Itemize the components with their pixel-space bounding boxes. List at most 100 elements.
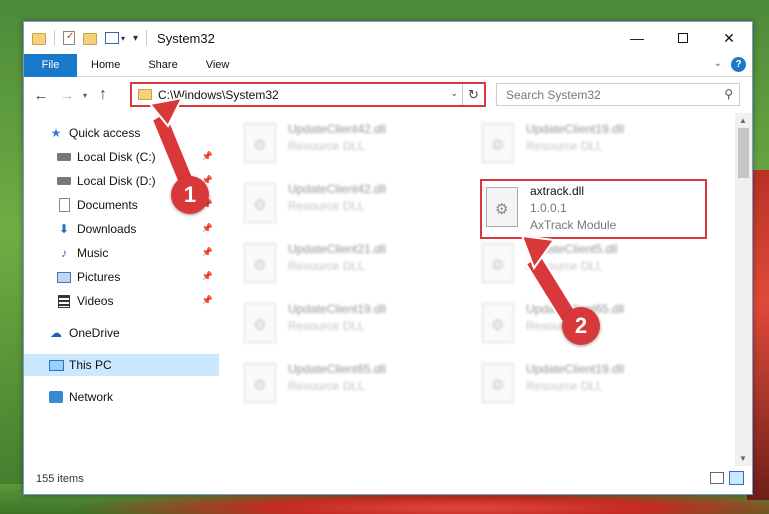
- help-icon[interactable]: ?: [731, 57, 746, 72]
- new-folder-icon[interactable]: [83, 33, 97, 45]
- sidebar-item-local-disk-c[interactable]: Local Disk (C:) 📌: [24, 146, 219, 168]
- vertical-scrollbar[interactable]: ▲ ▼: [735, 113, 752, 466]
- sidebar-item-this-pc[interactable]: This PC: [24, 354, 219, 376]
- drive-icon: [56, 173, 72, 189]
- details-view-icon[interactable]: [710, 472, 724, 484]
- back-button[interactable]: ←: [30, 84, 52, 106]
- pin-icon[interactable]: 📌: [202, 151, 213, 162]
- file-item[interactable]: UpdateClient42.dll Resource DLL: [244, 179, 474, 233]
- address-bar[interactable]: C:\Windows\System32 ⌄ ↻: [130, 82, 486, 107]
- address-path[interactable]: C:\Windows\System32: [158, 88, 279, 102]
- tab-home[interactable]: Home: [77, 54, 134, 77]
- sidebar-item-music[interactable]: ♪ Music 📌: [24, 242, 219, 264]
- search-placeholder: Search System32: [506, 87, 601, 102]
- sidebar-item-downloads[interactable]: ⬇ Downloads 📌: [24, 218, 219, 240]
- sidebar-item-videos[interactable]: Videos 📌: [24, 290, 219, 312]
- file-type: Resource DLL: [288, 139, 365, 153]
- sidebar-item-network[interactable]: Network: [24, 386, 219, 408]
- minimize-button[interactable]: —: [614, 22, 660, 54]
- file-item[interactable]: UpdateClient19.dll Resource DLL: [482, 359, 712, 413]
- file-type: Resource DLL: [288, 259, 365, 273]
- sidebar-item-onedrive[interactable]: ☁ OneDrive: [24, 322, 219, 344]
- file-name: UpdateClient42.dll: [288, 182, 387, 196]
- sidebar-item-label: Music: [77, 246, 109, 260]
- pictures-icon: [56, 269, 72, 285]
- properties-icon[interactable]: [63, 31, 75, 45]
- toolbar-divider: [54, 30, 55, 46]
- file-item[interactable]: UpdateClient65.dll Resource DLL: [244, 359, 474, 413]
- document-icon: [56, 197, 72, 213]
- file-type: Resource DLL: [526, 259, 603, 273]
- sidebar-item-quick-access[interactable]: ★ Quick access: [24, 122, 219, 144]
- drive-icon: [56, 149, 72, 165]
- dll-file-icon: [244, 363, 276, 403]
- expand-ribbon-icon[interactable]: ⌄: [714, 58, 722, 69]
- file-item[interactable]: UpdateClient5.dll Resource DLL: [482, 239, 712, 293]
- folder-icon: [138, 89, 152, 100]
- maximize-button[interactable]: [660, 22, 706, 54]
- sidebar-item-label: OneDrive: [69, 326, 120, 340]
- window-title: System32: [157, 30, 215, 46]
- file-name: UpdateClient5.dll: [526, 242, 618, 256]
- file-version: 1.0.0.1: [530, 201, 567, 215]
- up-button[interactable]: ↑: [92, 84, 114, 106]
- annotation-marker-1: 1: [171, 176, 209, 214]
- pin-icon[interactable]: 📌: [202, 271, 213, 282]
- file-name: UpdateClient65.dll: [288, 362, 387, 376]
- dll-file-icon: [244, 123, 276, 163]
- sidebar-item-label: Network: [69, 390, 114, 404]
- search-icon[interactable]: ⚲: [724, 87, 733, 101]
- tab-share[interactable]: Share: [134, 54, 191, 77]
- tab-file[interactable]: File: [24, 53, 77, 77]
- file-item[interactable]: UpdateClient21.dll Resource DLL: [244, 239, 474, 293]
- forward-button[interactable]: →: [56, 84, 78, 106]
- network-icon: [48, 389, 64, 405]
- tab-view[interactable]: View: [192, 54, 244, 77]
- folder-icon: [32, 33, 46, 45]
- file-name: axtrack.dll: [530, 184, 585, 198]
- dll-file-icon: [482, 303, 514, 343]
- sidebar-item-label: Pictures: [77, 270, 121, 284]
- scrollbar-thumb[interactable]: [738, 128, 749, 178]
- item-count: 155 items: [36, 473, 84, 485]
- dll-file-icon: [482, 363, 514, 403]
- dll-file-icon: [486, 187, 518, 227]
- recent-locations-button[interactable]: ▾: [78, 84, 92, 106]
- file-name: UpdateClient19.dll: [526, 362, 625, 376]
- file-type: Resource DLL: [288, 199, 365, 213]
- pin-icon[interactable]: 📌: [202, 295, 213, 306]
- chevron-down-icon[interactable]: ▾: [121, 34, 125, 43]
- sidebar-item-pictures[interactable]: Pictures 📌: [24, 266, 219, 288]
- pin-icon[interactable]: 📌: [202, 247, 213, 258]
- sidebar-item-label: Local Disk (C:): [77, 150, 156, 164]
- file-item[interactable]: UpdateClient42.dll Resource DLL: [244, 119, 474, 173]
- file-name: UpdateClient42.dll: [288, 122, 387, 136]
- customize-toolbar-icon[interactable]: ▾: [133, 33, 138, 44]
- chevron-down-icon[interactable]: ⌄: [450, 88, 458, 99]
- tiles-view-icon[interactable]: [729, 471, 744, 485]
- pin-icon[interactable]: 📌: [202, 223, 213, 234]
- file-name: UpdateClient19.dll: [288, 302, 387, 316]
- status-bar: 155 items: [24, 464, 752, 494]
- file-item-axtrack-dll[interactable]: axtrack.dll 1.0.0.1 AxTrack Module: [480, 179, 707, 239]
- music-icon: ♪: [61, 246, 67, 260]
- download-icon: ⬇: [58, 222, 70, 236]
- file-item[interactable]: UpdateClient19.dll Resource DLL: [482, 119, 712, 173]
- search-input[interactable]: Search System32 ⚲: [496, 83, 740, 106]
- computer-icon: [48, 357, 64, 373]
- sidebar-item-label: Quick access: [69, 126, 141, 140]
- scroll-down-icon[interactable]: ▼: [739, 454, 747, 463]
- dll-file-icon: [244, 243, 276, 283]
- file-type: Resource DLL: [526, 379, 603, 393]
- view-icon[interactable]: [105, 32, 119, 44]
- file-item[interactable]: UpdateClient19.dll Resource DLL: [244, 299, 474, 353]
- file-name: UpdateClient19.dll: [526, 122, 625, 136]
- scroll-up-icon[interactable]: ▲: [739, 116, 747, 125]
- dll-file-icon: [482, 243, 514, 283]
- sidebar-item-label: Downloads: [77, 222, 137, 236]
- dll-file-icon: [244, 183, 276, 223]
- annotation-marker-2: 2: [562, 307, 600, 345]
- sidebar-item-label: Videos: [77, 294, 114, 308]
- close-button[interactable]: ✕: [706, 22, 752, 54]
- refresh-button[interactable]: ↻: [462, 84, 484, 105]
